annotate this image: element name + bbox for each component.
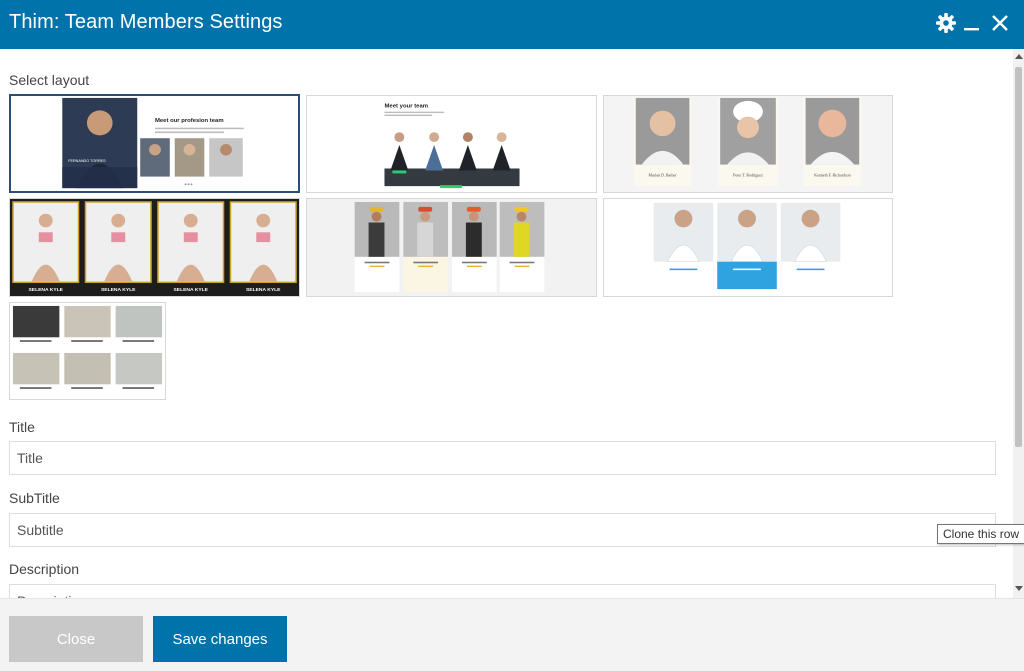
close-button[interactable]: Close [9, 616, 143, 662]
layout-option-5[interactable] [306, 198, 597, 297]
dialog-title: Thim: Team Members Settings [9, 11, 283, 33]
layout-4-caption-3: SELENA KYLE [173, 287, 208, 293]
select-layout-label: Select layout [9, 72, 90, 88]
layout-option-4[interactable]: SELENA KYLE SELENA KYLE SELENA KYLE SELE… [9, 198, 300, 297]
dialog-footer: Close Save changes [0, 598, 1024, 671]
layout-3-caption-1: Marian D. Barber [649, 172, 678, 177]
title-input[interactable] [9, 441, 996, 475]
scroll-up-arrow-icon[interactable] [1015, 54, 1023, 59]
settings-form: Select layout Meet our profesion team FE… [0, 49, 1013, 598]
dialog-header: Thim: Team Members Settings [0, 0, 1024, 49]
clone-row-tooltip: Clone this row [937, 524, 1024, 544]
layout-4-caption-4: SELENA KYLE [246, 287, 281, 293]
layout-1-person: FERNANDO TORRES [68, 159, 106, 163]
layout-4-caption-2: SELENA KYLE [101, 287, 136, 293]
layout-option-1[interactable]: Meet our profesion team FERNANDO TORRES [9, 94, 300, 193]
minimize-icon[interactable] [961, 12, 983, 34]
description-label: Description [9, 561, 80, 577]
vertical-scrollbar[interactable] [1013, 49, 1024, 598]
layout-option-2[interactable]: Meet your team [306, 95, 597, 193]
layout-option-3[interactable]: Marian D. Barber Peter T. Rodriguez Kenn… [603, 95, 893, 193]
subtitle-input[interactable] [9, 513, 996, 547]
layout-1-heading: Meet our profesion team [155, 118, 224, 124]
description-input[interactable] [9, 584, 996, 598]
save-changes-button[interactable]: Save changes [153, 616, 287, 662]
layout-2-heading: Meet your team [384, 104, 428, 110]
scrollbar-thumb[interactable] [1015, 67, 1022, 447]
layout-4-caption-1: SELENA KYLE [28, 287, 63, 293]
close-icon[interactable] [989, 12, 1011, 34]
title-label: Title [9, 419, 35, 435]
gear-icon[interactable] [935, 12, 957, 34]
layout-option-7[interactable] [9, 302, 166, 400]
layout-3-caption-2: Peter T. Rodriguez [733, 172, 763, 177]
layout-option-6[interactable] [603, 198, 893, 297]
scroll-down-arrow-icon[interactable] [1015, 586, 1023, 591]
layout-3-caption-3: Kenneth F. Richardson [814, 172, 850, 177]
subtitle-label: SubTitle [9, 490, 60, 506]
